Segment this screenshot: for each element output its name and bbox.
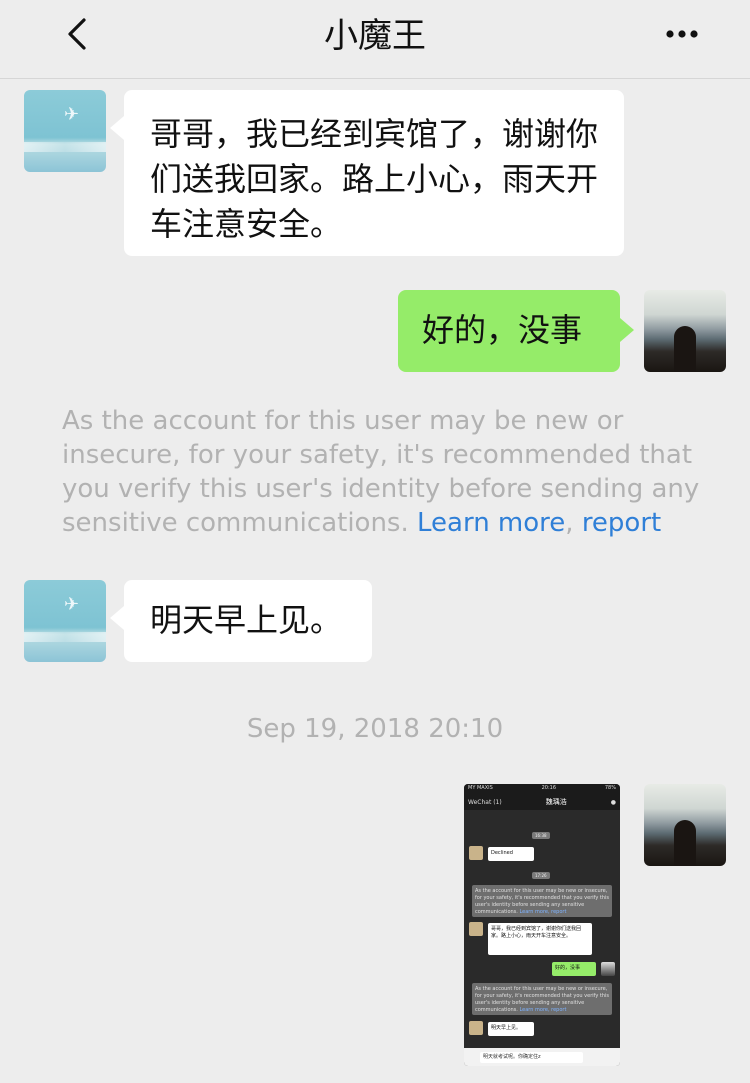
mini-self-avatar (601, 962, 615, 976)
person-silhouette (674, 820, 696, 866)
image-message[interactable]: MY MAXIS 20:16 78% WeChat (1) 魏瑀浩 ● 16:3… (464, 784, 620, 1066)
contact-avatar[interactable]: ✈ (24, 580, 106, 662)
mini-input-bar: 明天就考试呢。你确定住z (464, 1048, 620, 1066)
mini-avatar (469, 922, 483, 936)
self-avatar[interactable] (644, 290, 726, 372)
cloud-decoration (24, 142, 106, 152)
self-avatar[interactable] (644, 784, 726, 866)
mini-notice: As the account for this user may be new … (472, 983, 612, 1015)
cloud-decoration (24, 632, 106, 642)
mini-avatar (469, 1021, 483, 1035)
mini-message: 明天早上见。 (488, 1022, 534, 1036)
mini-profile-icon: ● (610, 798, 616, 806)
report-link[interactable]: report (582, 508, 661, 538)
message-text: 好的，没事 (422, 311, 583, 349)
mini-time: 20:16 (541, 785, 557, 791)
mini-time-chip: 17:26 (532, 872, 550, 879)
mini-time-chip: 16:38 (532, 832, 550, 839)
mini-notice-links: Learn more, report (519, 1007, 567, 1013)
security-notice: As the account for this user may be new … (62, 404, 702, 540)
learn-more-link[interactable]: Learn more (417, 508, 565, 538)
message-timestamp: Sep 19, 2018 20:10 (246, 714, 504, 744)
mini-declined: Declined (488, 847, 534, 861)
message-text: 明天早上见。 (150, 601, 343, 639)
mini-title: 魏瑀浩 (545, 798, 567, 806)
message-bubble[interactable]: 哥哥，我已经到宾馆了，谢谢你们送我回家。路上小心，雨天开车注意安全。 (110, 90, 624, 256)
mini-notice: As the account for this user may be new … (472, 885, 612, 917)
mini-status-bar: MY MAXIS 20:16 78% (464, 784, 620, 794)
mini-battery: 78% (604, 785, 616, 791)
airplane-icon: ✈ (64, 594, 80, 615)
mini-message-self: 好的，没事 (552, 962, 596, 976)
mini-input-text: 明天就考试呢。你确定住z (480, 1051, 583, 1063)
more-button[interactable] (662, 22, 702, 46)
notice-separator: , (565, 508, 574, 538)
contact-avatar[interactable]: ✈ (24, 90, 106, 172)
mini-nav: WeChat (1) 魏瑀浩 ● (464, 794, 620, 810)
message-text: 哥哥，我已经到宾馆了，谢谢你们送我回家。路上小心，雨天开车注意安全。 (150, 115, 599, 243)
airplane-icon: ✈ (64, 104, 80, 125)
mini-notice-links: Learn more, report (519, 909, 567, 915)
more-icon (666, 30, 698, 38)
mini-carrier: MY MAXIS (468, 785, 493, 791)
message-bubble[interactable]: 明天早上见。 (110, 580, 372, 662)
person-silhouette (674, 326, 696, 372)
mini-avatar (469, 846, 483, 860)
nav-bar: 小魔王 (0, 0, 750, 79)
mini-back: WeChat (1) (468, 798, 502, 806)
mini-message: 哥哥，我已经到宾馆了，谢谢你们送我回家。路上小心，雨天开车注意安全。 (488, 923, 592, 955)
chat-title: 小魔王 (324, 16, 426, 56)
message-bubble-self[interactable]: 好的，没事 (398, 290, 634, 372)
